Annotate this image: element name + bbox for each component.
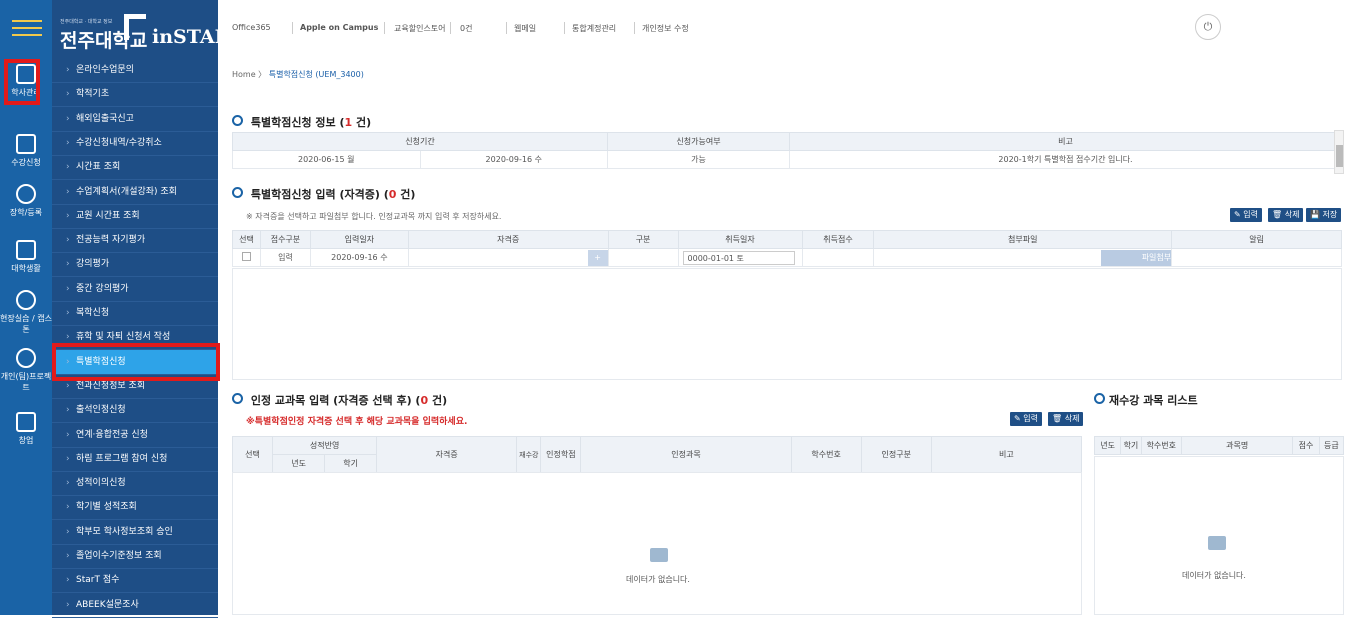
highlight-box-nav <box>52 343 220 381</box>
nav-item[interactable]: 중간 강의평가 <box>52 277 218 302</box>
board-icon <box>16 240 36 260</box>
course-note: ※특별학점인정 자격증 선택 후 해당 교과목을 입력하세요. <box>246 417 468 427</box>
person-icon <box>16 290 36 310</box>
info-section-title: 특별학점신청 정보 (1 건) <box>232 114 371 130</box>
course-table-body <box>232 472 1082 615</box>
cell-end: 2020-09-16 수 <box>419 150 608 169</box>
office365-link[interactable]: Office365 <box>232 23 271 32</box>
col-remarks: 비고 <box>789 132 1342 151</box>
cell-input-date: 2020-09-16 수 <box>309 248 409 267</box>
input-table: 선택 접수구분 입력일자 자격증 구분 취득일자 취득점수 첨부파일 알림 입력… <box>232 230 1342 267</box>
row-checkbox[interactable] <box>232 248 261 267</box>
retake-table: 년도 학기 학수번호 과목명 점수 등급 <box>1093 436 1345 455</box>
breadcrumb-home[interactable]: Home <box>232 70 256 79</box>
message-count-link[interactable]: 0건 <box>460 23 472 34</box>
retake-empty-text: 데이터가 없습니다. <box>1182 571 1246 580</box>
col-available: 신청가능여부 <box>607 132 790 151</box>
nav-item[interactable]: 졸업이수기준정보 조회 <box>52 544 218 569</box>
logo-mark-icon <box>124 14 146 40</box>
rail-item-project[interactable]: 개인(팀)프로젝트 <box>0 342 52 392</box>
add-certificate-button[interactable]: + <box>587 249 608 266</box>
highlight-box-rail <box>4 59 40 105</box>
cell-certificate[interactable]: + <box>407 248 609 267</box>
cell-type: 입력 <box>259 248 311 267</box>
cell-available: 가능 <box>607 150 790 169</box>
rail-item-registration[interactable]: 수강신청 <box>0 128 52 178</box>
hamburger-menu-icon[interactable] <box>12 20 42 38</box>
nav-item[interactable]: 온라인수업문의 <box>52 58 218 83</box>
nav-item[interactable]: 시간표 조회 <box>52 155 218 181</box>
graduation-cap-icon <box>16 348 36 368</box>
info-scrollbar[interactable] <box>1334 130 1344 174</box>
nav-item[interactable]: 하림 프로그램 참여 신청 <box>52 447 218 472</box>
cell-alert <box>1171 248 1342 267</box>
breadcrumb-sep: 〉 <box>258 70 267 79</box>
nav-item[interactable]: 해외입출국신고 <box>52 107 218 132</box>
nav-item[interactable]: StarT 점수 <box>52 568 218 594</box>
breadcrumb: Home 〉 특별학점신청 (UEM_3400) <box>232 69 364 80</box>
nav-item[interactable]: 학기별 성적조회 <box>52 495 218 521</box>
input-section-title: 특별학점신청 입력 (자격증) (0 건) <box>232 186 416 202</box>
power-icon[interactable]: ⏻ <box>1195 14 1221 40</box>
input-table-body <box>232 268 1342 380</box>
course-table: 선택 성적반영 자격증 재수강 인정학점 인정과목 학수번호 인정구분 비고 년… <box>231 436 1083 473</box>
nav-item[interactable]: 교원 시간표 조회 <box>52 204 218 229</box>
nav-item[interactable]: 학부모 학사정보조회 승인 <box>52 520 218 545</box>
account-manage-link[interactable]: 통합계정관리 <box>572 23 616 34</box>
course-section-title: 인정 교과목 입력 (자격증 선택 후) (0 건) <box>232 392 447 408</box>
attach-file-button[interactable]: 파일첨부 <box>1101 249 1172 266</box>
acq-date-field[interactable]: 0000-01-01 토 <box>677 248 803 267</box>
nav-item[interactable]: 수업계획서(개설강좌) 조회 <box>52 180 218 205</box>
nav-item[interactable]: 강의평가 <box>52 252 218 278</box>
building-icon <box>16 412 36 432</box>
nav-item[interactable]: ABEEK설문조사 <box>52 593 218 618</box>
course-empty-text: 데이터가 없습니다. <box>626 575 690 584</box>
nav-item[interactable]: 성적이의신청 <box>52 471 218 497</box>
input-note: ※ 자격증을 선택하고 파일첨부 합니다. 인정교과목 까지 입력 후 저장하세… <box>246 212 502 221</box>
info-table: 신청기간 신청가능여부 비고 2020-06-15 월 2020-09-16 수… <box>232 132 1342 169</box>
cell-category <box>607 248 679 267</box>
rail-item-startup[interactable]: 창업 <box>0 406 52 456</box>
input-save-button[interactable]: 💾 저장 <box>1306 208 1342 222</box>
cell-remarks: 2020-1학기 특별학점 접수기간 입니다. <box>789 150 1342 169</box>
cell-score[interactable] <box>801 248 875 267</box>
apple-campus-link[interactable]: Apple on Campus <box>300 23 378 32</box>
nav-item[interactable]: 전공능력 자기평가 <box>52 228 218 254</box>
webmail-link[interactable]: 웹메일 <box>514 23 536 34</box>
main-content: Home 〉 특별학점신청 (UEM_3400) 특별학점신청 정보 (1 건)… <box>218 58 1352 615</box>
cell-start: 2020-06-15 월 <box>232 150 421 169</box>
cell-attach[interactable]: 파일첨부 <box>873 248 1173 267</box>
folder-search-icon <box>1208 536 1226 550</box>
nav-item[interactable]: 학적기초 <box>52 82 218 108</box>
nav-item[interactable]: 출석인정신청 <box>52 398 218 424</box>
nav-item[interactable]: 연계·융합전공 신청 <box>52 423 218 448</box>
nav-item[interactable]: 수강신청내역/수강취소 <box>52 131 218 156</box>
nav-item[interactable]: 복학신청 <box>52 301 218 326</box>
edu-store-link[interactable]: 교육할인스토어 <box>394 23 446 34</box>
monitor-icon <box>16 134 36 154</box>
top-bar: Office365 Apple on Campus 교육할인스토어 0건 웹메일… <box>218 0 1352 58</box>
trophy-icon <box>16 184 36 204</box>
course-delete-button[interactable]: 🗑 삭제 <box>1048 412 1084 426</box>
col-period: 신청기간 <box>232 132 608 151</box>
rail-item-campus-life[interactable]: 대학생활 <box>0 234 52 284</box>
rail-item-internship[interactable]: 현장실습 / 캡스톤 <box>0 284 52 334</box>
input-add-button[interactable]: ✎ 입력 <box>1230 208 1262 222</box>
input-delete-button[interactable]: 🗑 삭제 <box>1268 208 1304 222</box>
logo[interactable]: 전주대학교 · 대학교 정보 전주대학교 inSTAR <box>52 0 230 58</box>
retake-section-title: 재수강 과목 리스트 <box>1094 392 1198 408</box>
course-add-button[interactable]: ✎ 입력 <box>1010 412 1042 426</box>
folder-search-icon <box>650 548 668 562</box>
breadcrumb-page: 특별학점신청 (UEM_3400) <box>268 70 364 79</box>
rail-item-scholarship[interactable]: 장학/등록 <box>0 178 52 228</box>
profile-edit-link[interactable]: 개인정보 수정 <box>642 23 689 34</box>
